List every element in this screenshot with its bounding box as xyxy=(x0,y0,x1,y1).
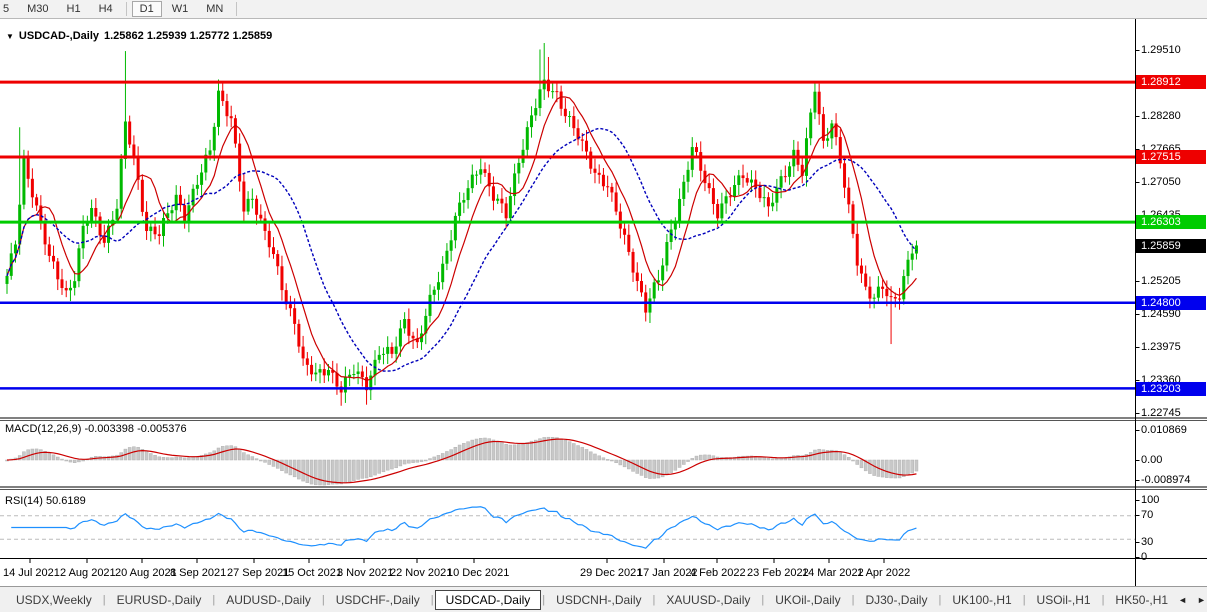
trading-terminal: 5 M30 H1 H4 D1 W1 MN ▼ USDCAD-,Daily 1.25862 1… xyxy=(0,0,1207,612)
tab-separator: | xyxy=(761,593,765,606)
timeframe-button-w1[interactable]: W1 xyxy=(164,1,197,17)
chart-quote-values: 1.25862 1.25939 1.25772 1.25859 xyxy=(104,30,273,42)
date-axis-label: 14 Mar 2022 xyxy=(802,567,864,579)
timeframe-toolbar: 5 M30 H1 H4 D1 W1 MN xyxy=(0,0,1207,19)
date-axis-label: 1 Apr 2022 xyxy=(857,567,911,579)
symbol-tab-usoil[interactable]: USOil-,H1 xyxy=(1027,591,1101,609)
timeframe-button-m30[interactable]: M30 xyxy=(19,1,56,17)
rsi-axis-label: 100 xyxy=(1141,494,1160,506)
symbol-tab-usdcnh[interactable]: USDCNH-,Daily xyxy=(546,591,651,609)
tab-separator: | xyxy=(1022,593,1026,606)
chart-title: ▼ USDCAD-,Daily 1.25862 1.25939 1.25772 … xyxy=(6,30,272,42)
date-axis-label: 8 Sep 2021 xyxy=(170,567,227,579)
price-axis-label: 1.27050 xyxy=(1141,176,1181,188)
symbol-tab-usdcad[interactable]: USDCAD-,Daily xyxy=(434,589,542,610)
date-axis-label: 22 Nov 2021 xyxy=(390,567,453,579)
rsi-axis-label: 70 xyxy=(1141,509,1154,521)
symbol-tab-usdchf[interactable]: USDCHF-,Daily xyxy=(326,591,430,609)
symbol-tab-hk50[interactable]: HK50-,H1 xyxy=(1105,591,1178,609)
tab-separator: | xyxy=(938,593,942,606)
date-axis-label: 20 Aug 2021 xyxy=(115,567,177,579)
price-axis-label: 1.22745 xyxy=(1141,407,1181,419)
macd-axis-label: 0.010869 xyxy=(1141,424,1187,436)
date-axis-label: 4 Feb 2022 xyxy=(690,567,746,579)
timeframe-button-d1[interactable]: D1 xyxy=(131,1,162,17)
date-axis-label: 10 Dec 2021 xyxy=(447,567,510,579)
tab-separator: | xyxy=(652,593,656,606)
date-axis-label: 15 Oct 2021 xyxy=(282,567,342,579)
tab-separator: | xyxy=(430,593,434,606)
date-axis-label: 27 Sep 2021 xyxy=(227,567,290,579)
collapse-arrow-icon[interactable]: ▼ xyxy=(6,32,14,41)
date-axis-label: 3 Nov 2021 xyxy=(337,567,394,579)
date-axis-label: 29 Dec 2021 xyxy=(580,567,643,579)
date-axis-label: 17 Jan 2022 xyxy=(637,567,698,579)
chart-symbol-label: USDCAD-,Daily xyxy=(18,30,99,42)
timeframe-button-h4[interactable]: H4 xyxy=(91,1,121,17)
price-axis-label: 1.28280 xyxy=(1141,110,1181,122)
price-axis-label: 1.23975 xyxy=(1141,341,1181,353)
rsi-axis-label: 30 xyxy=(1141,536,1154,548)
timeframe-button-mn[interactable]: MN xyxy=(198,1,231,17)
price-level-badge: 1.24800 xyxy=(1136,296,1206,310)
tab-scroll-right-icon[interactable]: ► xyxy=(1197,595,1206,605)
macd-axis-label: 0.00 xyxy=(1141,454,1163,466)
macd-indicator-label: MACD(12,26,9) -0.003398 -0.005376 xyxy=(5,423,187,435)
price-level-badge: 1.27515 xyxy=(1136,150,1206,164)
price-level-badge: 1.28912 xyxy=(1136,75,1206,89)
date-axis-label: 23 Feb 2022 xyxy=(747,567,809,579)
tab-separator: | xyxy=(212,593,216,606)
current-price-badge: 1.25859 xyxy=(1136,239,1206,253)
symbol-tab-usdx[interactable]: USDX,Weekly xyxy=(6,591,102,609)
timeframe-button-h1[interactable]: H1 xyxy=(59,1,89,17)
rsi-axis-label: 0 xyxy=(1141,551,1148,563)
symbol-tab-ukoil[interactable]: UKOil-,Daily xyxy=(765,591,850,609)
tab-separator: | xyxy=(321,593,325,606)
symbol-tab-audusd[interactable]: AUDUSD-,Daily xyxy=(216,591,321,609)
date-axis-label: 2 Aug 2021 xyxy=(60,567,116,579)
toolbar-separator xyxy=(236,2,238,16)
symbol-tab-xauusd[interactable]: XAUUSD-,Daily xyxy=(656,591,760,609)
price-axis-label: 1.29510 xyxy=(1141,44,1181,56)
symbol-tab-dj30[interactable]: DJ30-,Daily xyxy=(855,591,937,609)
rsi-indicator-label: RSI(14) 50.6189 xyxy=(5,495,86,507)
tab-separator: | xyxy=(102,593,106,606)
date-axis-label: 14 Jul 2021 xyxy=(3,567,60,579)
macd-axis-label: -0.008974 xyxy=(1141,474,1191,486)
price-level-badge: 1.26303 xyxy=(1136,215,1206,229)
symbol-tab-uk100[interactable]: UK100-,H1 xyxy=(942,591,1021,609)
price-axis-label: 1.25205 xyxy=(1141,275,1181,287)
tab-separator: | xyxy=(1101,593,1105,606)
tab-separator: | xyxy=(851,593,855,606)
price-level-badge: 1.23203 xyxy=(1136,382,1206,396)
symbol-tab-eurusd[interactable]: EURUSD-,Daily xyxy=(107,591,212,609)
symbol-tabbar: USDX,Weekly | EURUSD-,Daily | AUDUSD-,Daily |… xyxy=(0,586,1207,612)
timeframe-button-5[interactable]: 5 xyxy=(0,1,17,17)
chart-canvas[interactable] xyxy=(0,0,1207,612)
tab-scroll-left-icon[interactable]: ◄ xyxy=(1178,595,1187,605)
tab-separator: | xyxy=(542,593,546,606)
tab-scroll-nav: ◄ ► xyxy=(1178,595,1207,605)
toolbar-separator xyxy=(125,2,127,16)
